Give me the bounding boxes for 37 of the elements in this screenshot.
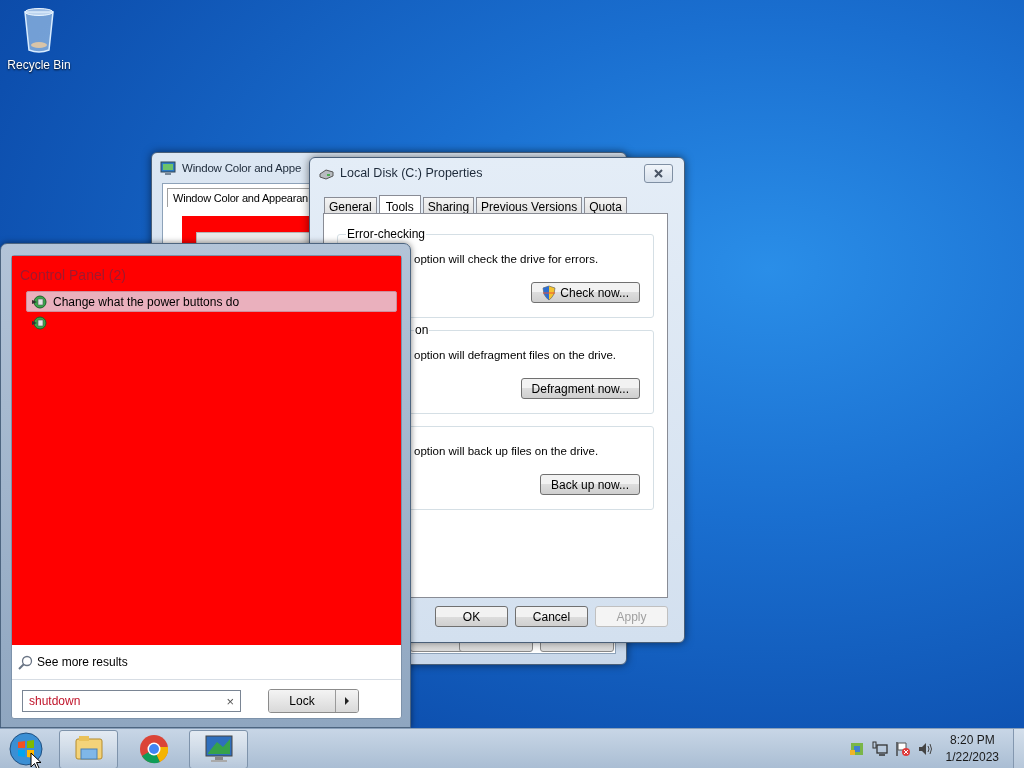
taskbar-button[interactable] xyxy=(189,729,248,768)
window-title: Window Color and Appe xyxy=(182,162,302,174)
clear-button[interactable]: × xyxy=(226,693,234,709)
pointer-icon xyxy=(30,752,42,768)
search-text: shutdown xyxy=(29,694,81,708)
caret-icon[interactable] xyxy=(345,697,349,705)
result-item[interactable]: Change what the power buttons do xyxy=(26,291,397,312)
clock-time[interactable]: 8:20 PM xyxy=(949,732,995,749)
action-button[interactable]: Back up now... xyxy=(539,474,640,495)
group-title: Error-checking xyxy=(346,227,427,241)
description-text: option will back up files on the drive. xyxy=(414,445,600,457)
power-options-icon xyxy=(31,314,48,331)
close-icon xyxy=(653,168,664,179)
see-more-link[interactable]: See more results xyxy=(12,645,401,673)
network-icon[interactable] xyxy=(871,741,888,757)
dialog-button[interactable]: OK xyxy=(435,606,508,627)
search-icon xyxy=(18,654,33,670)
window-title: Local Disk (C:) Properties xyxy=(340,166,483,180)
section-heading: Control Panel (2) xyxy=(20,267,127,283)
monitor-icon xyxy=(160,160,176,176)
clock-date[interactable]: 1/22/2023 xyxy=(945,749,999,766)
monitor-icon[interactable] xyxy=(202,733,235,765)
action-button[interactable]: Check now... xyxy=(531,282,640,303)
description-text: option will check the drive for errors. xyxy=(414,253,600,265)
app-tray-icon[interactable] xyxy=(848,741,865,757)
volume-icon[interactable] xyxy=(917,741,934,757)
power-options-icon xyxy=(31,293,48,310)
flag-icon[interactable] xyxy=(894,741,911,757)
icon-label[interactable]: Recycle Bin xyxy=(7,58,71,72)
action-button[interactable]: Defragment now... xyxy=(520,378,640,399)
close-button[interactable] xyxy=(644,164,673,183)
browser-icon[interactable] xyxy=(137,733,170,765)
description-text: option will defragment files on the drive. xyxy=(414,349,617,361)
dialog-button[interactable]: Cancel xyxy=(515,606,588,627)
search-field[interactable]: shutdown × xyxy=(22,690,241,712)
taskbar-button[interactable] xyxy=(59,729,118,768)
lock-button[interactable]: Lock xyxy=(268,689,359,713)
